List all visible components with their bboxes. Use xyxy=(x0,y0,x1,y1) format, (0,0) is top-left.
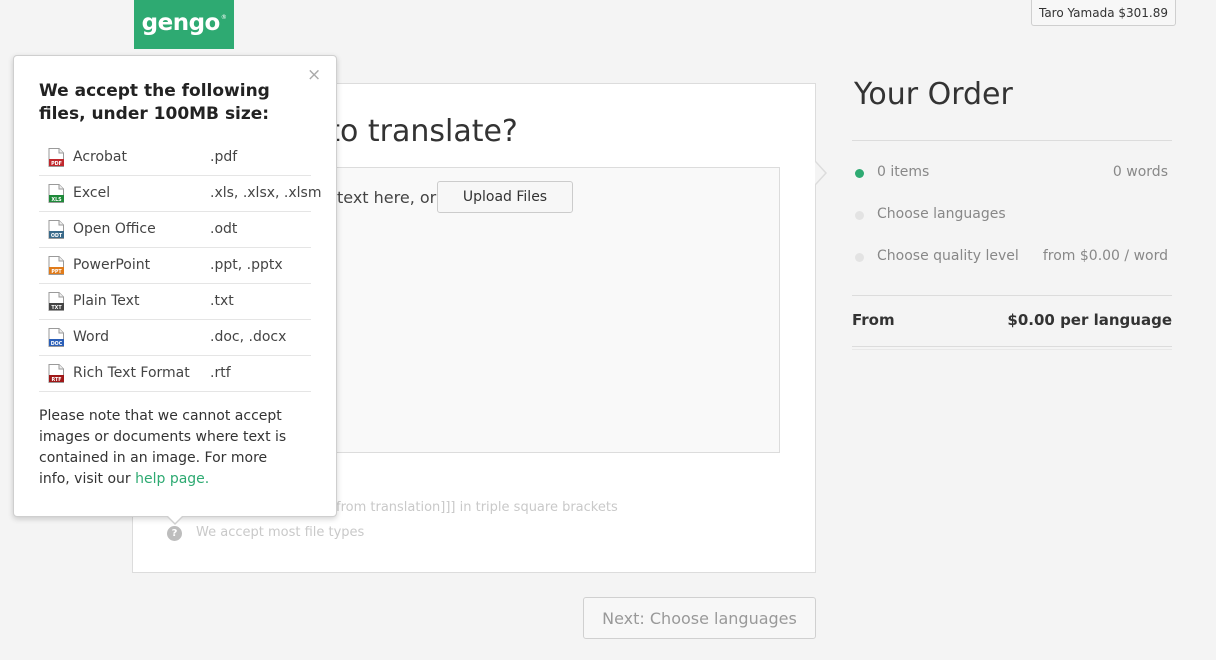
popover-note: Please note that we cannot accept images… xyxy=(39,406,299,490)
order-total: From $0.00 per language xyxy=(852,311,1172,329)
file-tag: TXT xyxy=(51,305,62,311)
excel-file-icon: XLS xyxy=(48,184,64,203)
next-choose-languages-button[interactable]: Next: Choose languages xyxy=(583,597,816,639)
file-type-name: PowerPoint xyxy=(73,257,151,273)
help-page-link[interactable]: help page. xyxy=(135,471,209,487)
file-type-name: Acrobat xyxy=(73,149,127,165)
order-pointer-arrow xyxy=(815,161,827,185)
file-type-extensions: .odt xyxy=(210,221,238,237)
brackets-hint: from translation]]] in triple square bra… xyxy=(336,500,618,515)
ppt-file-icon: PPT xyxy=(48,256,64,275)
file-type-row: XLS Excel .xls, .xlsx, .xlsm xyxy=(39,176,321,212)
file-type-extensions: .xls, .xlsx, .xlsm xyxy=(210,185,322,201)
file-type-name: Plain Text xyxy=(73,293,140,309)
file-tag: XLS xyxy=(51,197,62,203)
file-type-extensions: .txt xyxy=(210,293,234,309)
accepted-file-list: PDF Acrobat .pdf XLS Excel .xls, .xlsx, .xlsm… xyxy=(39,140,321,392)
order-step-label: 0 items xyxy=(877,164,930,180)
rtf-file-icon: RTF xyxy=(48,364,64,383)
file-type-name: Rich Text Format xyxy=(73,365,190,381)
order-total-label: From xyxy=(852,311,895,329)
order-title: Your Order xyxy=(854,77,1013,112)
file-type-name: Word xyxy=(73,329,109,345)
account-balance-button[interactable]: Taro Yamada $301.89 xyxy=(1031,0,1176,26)
order-step-value: from $0.00 / word xyxy=(1042,248,1168,264)
file-type-row: PPT PowerPoint .ppt, .pptx xyxy=(39,248,311,284)
order-divider xyxy=(852,349,1172,350)
status-dot-icon xyxy=(855,253,864,262)
popover-title: We accept the following files, under 100… xyxy=(39,81,270,124)
file-type-extensions: .ppt, .pptx xyxy=(210,257,283,273)
status-dot-icon xyxy=(855,211,864,220)
file-type-name: Excel xyxy=(73,185,111,201)
file-type-extensions: .rtf xyxy=(210,365,231,381)
file-type-row: RTF Rich Text Format .rtf xyxy=(39,356,311,392)
order-step-row: 0 items 0 words xyxy=(852,164,1172,184)
order-step-row: Choose quality level from $0.00 / word xyxy=(852,248,1172,268)
file-type-name: Open Office xyxy=(73,221,156,237)
order-divider xyxy=(852,140,1172,141)
close-icon[interactable]: × xyxy=(307,67,321,84)
file-tag: DOC xyxy=(51,341,63,347)
order-step-label: Choose quality level xyxy=(877,248,1019,264)
pdf-file-icon: PDF xyxy=(48,148,64,167)
file-tag: ODT xyxy=(51,233,63,239)
file-type-extensions: .pdf xyxy=(210,149,238,165)
file-types-hint[interactable]: We accept most file types xyxy=(196,525,364,540)
popover-arrow xyxy=(166,515,184,525)
file-tag: PDF xyxy=(51,161,62,167)
file-type-row: DOC Word .doc, .docx xyxy=(39,320,311,356)
file-type-row: PDF Acrobat .pdf xyxy=(39,140,311,176)
odt-file-icon: ODT xyxy=(48,220,64,239)
txt-file-icon: TXT xyxy=(48,292,64,311)
logo-registered-mark: ® xyxy=(220,13,227,21)
file-type-extensions: .doc, .docx xyxy=(210,329,287,345)
paste-text-label: text here, or xyxy=(337,188,437,207)
file-type-row: ODT Open Office .odt xyxy=(39,212,311,248)
file-tag: PPT xyxy=(51,269,62,275)
logo-text: gengo xyxy=(141,10,221,36)
order-total-value: $0.00 per language xyxy=(1007,311,1172,329)
word-file-icon: DOC xyxy=(48,328,64,347)
order-step-label: Choose languages xyxy=(877,206,1006,222)
upload-files-button[interactable]: Upload Files xyxy=(437,181,573,213)
status-dot-icon xyxy=(855,169,864,178)
order-divider xyxy=(852,346,1172,347)
order-step-row: Choose languages xyxy=(852,206,1172,226)
order-divider xyxy=(852,295,1172,296)
help-icon[interactable]: ? xyxy=(167,526,182,541)
file-tag: RTF xyxy=(51,377,61,383)
gengo-logo[interactable]: gengo ® xyxy=(134,0,234,49)
file-type-row: TXT Plain Text .txt xyxy=(39,284,311,320)
order-step-value: 0 words xyxy=(1112,164,1168,180)
